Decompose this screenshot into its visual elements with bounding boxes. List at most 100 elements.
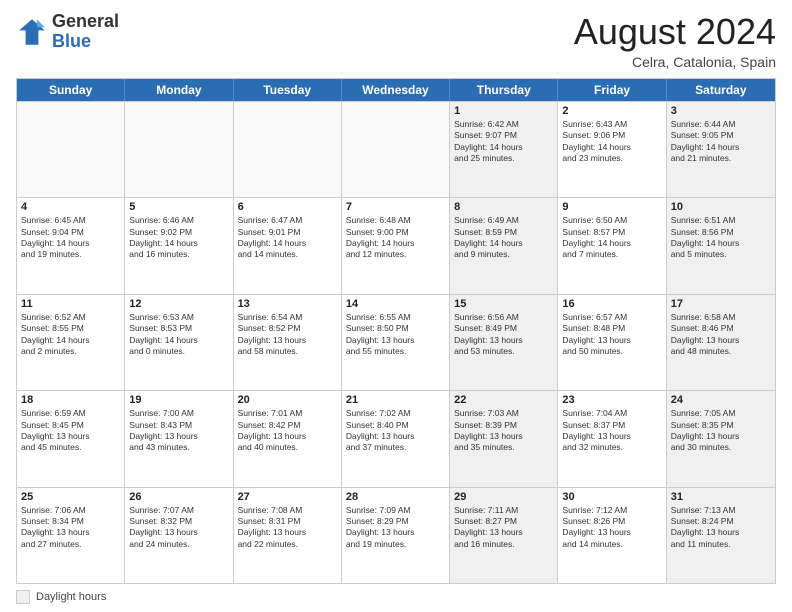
cell-text: Sunrise: 6:55 AM Sunset: 8:50 PM Dayligh… (346, 312, 445, 358)
cal-cell: 24 Sunrise: 7:05 AM Sunset: 8:35 PM Dayli… (667, 391, 775, 486)
location: Celra, Catalonia, Spain (574, 54, 776, 70)
logo: General Blue (16, 12, 119, 52)
cal-cell: 29 Sunrise: 7:11 AM Sunset: 8:27 PM Dayli… (450, 488, 558, 583)
cal-cell: 5Sunrise: 6:46 AM Sunset: 9:02 PM Daylig… (125, 198, 233, 293)
day-number: 5 (129, 201, 228, 213)
day-number: 30 (562, 491, 661, 503)
day-number: 29 (454, 491, 553, 503)
cell-text: Sunrise: 7:13 AM Sunset: 8:24 PM Dayligh… (671, 505, 771, 551)
day-number: 14 (346, 298, 445, 310)
logo-icon (16, 16, 48, 48)
page: General Blue August 2024 Celra, Cataloni… (0, 0, 792, 612)
cal-cell: 18 Sunrise: 6:59 AM Sunset: 8:45 PM Dayli… (17, 391, 125, 486)
cal-cell: 13Sunrise: 6:54 AM Sunset: 8:52 PM Dayli… (234, 295, 342, 390)
cal-cell (234, 102, 342, 197)
cal-cell: 10 Sunrise: 6:51 AM Sunset: 8:56 PM Dayli… (667, 198, 775, 293)
cell-text: Sunrise: 6:47 AM Sunset: 9:01 PM Dayligh… (238, 215, 337, 261)
cal-cell: 7 Sunrise: 6:48 AM Sunset: 9:00 PM Daylig… (342, 198, 450, 293)
cal-cell: 30 Sunrise: 7:12 AM Sunset: 8:26 PM Dayli… (558, 488, 666, 583)
day-number: 6 (238, 201, 337, 213)
cell-text: Sunrise: 6:57 AM Sunset: 8:48 PM Dayligh… (562, 312, 661, 358)
day-number: 10 (671, 201, 771, 213)
cell-text: Sunrise: 6:51 AM Sunset: 8:56 PM Dayligh… (671, 215, 771, 261)
cell-text: Sunrise: 7:11 AM Sunset: 8:27 PM Dayligh… (454, 505, 553, 551)
cal-row: 4 Sunrise: 6:45 AM Sunset: 9:04 PM Daylig… (17, 197, 775, 293)
cal-header-day: Saturday (667, 79, 775, 101)
cell-text: Sunrise: 6:56 AM Sunset: 8:49 PM Dayligh… (454, 312, 553, 358)
cal-cell: 26Sunrise: 7:07 AM Sunset: 8:32 PM Dayli… (125, 488, 233, 583)
cell-text: Sunrise: 6:50 AM Sunset: 8:57 PM Dayligh… (562, 215, 661, 261)
day-number: 19 (129, 394, 228, 406)
cell-text: Sunrise: 6:49 AM Sunset: 8:59 PM Dayligh… (454, 215, 553, 261)
day-number: 18 (21, 394, 120, 406)
day-number: 11 (21, 298, 120, 310)
daylight-label: Daylight hours (36, 591, 106, 603)
cal-cell: 16 Sunrise: 6:57 AM Sunset: 8:48 PM Dayli… (558, 295, 666, 390)
day-number: 24 (671, 394, 771, 406)
cal-header-day: Thursday (450, 79, 558, 101)
day-number: 4 (21, 201, 120, 213)
cal-header-day: Friday (558, 79, 666, 101)
cell-text: Sunrise: 6:59 AM Sunset: 8:45 PM Dayligh… (21, 408, 120, 454)
day-number: 26 (129, 491, 228, 503)
cal-cell: 15 Sunrise: 6:56 AM Sunset: 8:49 PM Dayli… (450, 295, 558, 390)
cal-cell: 9Sunrise: 6:50 AM Sunset: 8:57 PM Daylig… (558, 198, 666, 293)
cell-text: Sunrise: 6:52 AM Sunset: 8:55 PM Dayligh… (21, 312, 120, 358)
logo-blue-text: Blue (52, 31, 91, 51)
cell-text: Sunrise: 7:05 AM Sunset: 8:35 PM Dayligh… (671, 408, 771, 454)
cal-cell: 23Sunrise: 7:04 AM Sunset: 8:37 PM Dayli… (558, 391, 666, 486)
cal-cell: 12Sunrise: 6:53 AM Sunset: 8:53 PM Dayli… (125, 295, 233, 390)
day-number: 25 (21, 491, 120, 503)
day-number: 13 (238, 298, 337, 310)
cell-text: Sunrise: 6:45 AM Sunset: 9:04 PM Dayligh… (21, 215, 120, 261)
day-number: 2 (562, 105, 661, 117)
cal-cell (342, 102, 450, 197)
cell-text: Sunrise: 6:58 AM Sunset: 8:46 PM Dayligh… (671, 312, 771, 358)
calendar-body: 1Sunrise: 6:42 AM Sunset: 9:07 PM Daylig… (17, 101, 775, 583)
title-block: August 2024 Celra, Catalonia, Spain (574, 12, 776, 70)
day-number: 28 (346, 491, 445, 503)
calendar: SundayMondayTuesdayWednesdayThursdayFrid… (16, 78, 776, 584)
day-number: 17 (671, 298, 771, 310)
day-number: 31 (671, 491, 771, 503)
day-number: 16 (562, 298, 661, 310)
cal-cell: 31 Sunrise: 7:13 AM Sunset: 8:24 PM Dayli… (667, 488, 775, 583)
cal-row: 18 Sunrise: 6:59 AM Sunset: 8:45 PM Dayli… (17, 390, 775, 486)
day-number: 21 (346, 394, 445, 406)
month-title: August 2024 (574, 12, 776, 52)
calendar-header: SundayMondayTuesdayWednesdayThursdayFrid… (17, 79, 775, 101)
cal-cell: 4 Sunrise: 6:45 AM Sunset: 9:04 PM Daylig… (17, 198, 125, 293)
footer: Daylight hours (16, 590, 776, 604)
cell-text: Sunrise: 7:09 AM Sunset: 8:29 PM Dayligh… (346, 505, 445, 551)
cal-header-day: Sunday (17, 79, 125, 101)
cal-cell: 3 Sunrise: 6:44 AM Sunset: 9:05 PM Daylig… (667, 102, 775, 197)
cell-text: Sunrise: 7:12 AM Sunset: 8:26 PM Dayligh… (562, 505, 661, 551)
cell-text: Sunrise: 7:06 AM Sunset: 8:34 PM Dayligh… (21, 505, 120, 551)
cal-cell (125, 102, 233, 197)
cal-cell: 20Sunrise: 7:01 AM Sunset: 8:42 PM Dayli… (234, 391, 342, 486)
cell-text: Sunrise: 6:44 AM Sunset: 9:05 PM Dayligh… (671, 119, 771, 165)
cell-text: Sunrise: 7:00 AM Sunset: 8:43 PM Dayligh… (129, 408, 228, 454)
cal-cell: 17 Sunrise: 6:58 AM Sunset: 8:46 PM Dayli… (667, 295, 775, 390)
cal-header-day: Tuesday (234, 79, 342, 101)
cell-text: Sunrise: 6:48 AM Sunset: 9:00 PM Dayligh… (346, 215, 445, 261)
cal-row: 25 Sunrise: 7:06 AM Sunset: 8:34 PM Dayli… (17, 487, 775, 583)
daylight-box (16, 590, 30, 604)
cal-cell: 22Sunrise: 7:03 AM Sunset: 8:39 PM Dayli… (450, 391, 558, 486)
cell-text: Sunrise: 7:02 AM Sunset: 8:40 PM Dayligh… (346, 408, 445, 454)
logo-general: General (52, 11, 119, 31)
cal-cell: 8Sunrise: 6:49 AM Sunset: 8:59 PM Daylig… (450, 198, 558, 293)
cal-row: 1Sunrise: 6:42 AM Sunset: 9:07 PM Daylig… (17, 101, 775, 197)
day-number: 7 (346, 201, 445, 213)
cal-cell: 11 Sunrise: 6:52 AM Sunset: 8:55 PM Dayli… (17, 295, 125, 390)
header: General Blue August 2024 Celra, Cataloni… (16, 12, 776, 70)
cal-cell: 25 Sunrise: 7:06 AM Sunset: 8:34 PM Dayli… (17, 488, 125, 583)
cell-text: Sunrise: 6:53 AM Sunset: 8:53 PM Dayligh… (129, 312, 228, 358)
cal-header-day: Monday (125, 79, 233, 101)
day-number: 15 (454, 298, 553, 310)
cal-cell: 14 Sunrise: 6:55 AM Sunset: 8:50 PM Dayli… (342, 295, 450, 390)
logo-text: General Blue (52, 12, 119, 52)
day-number: 3 (671, 105, 771, 117)
day-number: 1 (454, 105, 553, 117)
cell-text: Sunrise: 7:08 AM Sunset: 8:31 PM Dayligh… (238, 505, 337, 551)
